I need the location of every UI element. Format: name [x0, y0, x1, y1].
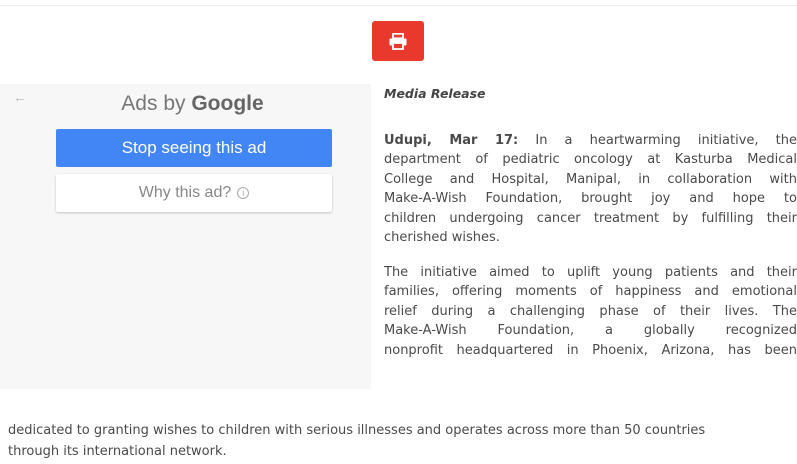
paragraph-line: dedicated to granting wishes to children… — [8, 423, 706, 438]
article-paragraph-2-continued: dedicated to granting wishes to children… — [8, 420, 797, 462]
article-paragraph-1: Udupi, Mar 17: In a heartwarming initiat… — [384, 131, 797, 247]
why-this-ad-label: Why this ad? — [138, 184, 232, 201]
why-this-ad-button[interactable]: Why this ad? i — [56, 174, 332, 212]
paragraph-line: department of pediatric oncology at Kast… — [384, 152, 797, 168]
print-button[interactable] — [372, 21, 424, 61]
paragraph-line: cherished wishes. — [384, 230, 500, 246]
paragraph-line: relief during a challenging phase of the… — [384, 303, 797, 319]
line-text: In a heartwarming initiative, the — [518, 133, 797, 148]
ads-by-google-title: Ads by Google — [0, 92, 385, 116]
article-paragraph-2: The initiative aimed to uplift young pat… — [384, 263, 797, 360]
article-body: Media Release Udupi, Mar 17: In a heartw… — [384, 84, 797, 358]
dateline: Udupi, Mar 17: — [384, 133, 519, 148]
paragraph-line: College and Hospital, Manipal, in collab… — [384, 171, 797, 187]
paragraph-line: children undergoing cancer treatment by … — [384, 210, 797, 226]
ads-by-text: Ads by — [121, 92, 192, 115]
paragraph-line: Make-A-Wish Foundation, brought joy and … — [384, 191, 797, 207]
top-divider — [0, 0, 797, 6]
google-ad-panel: ← Ads by Google Stop seeing this ad Why … — [0, 84, 371, 389]
google-brand: Google — [191, 92, 264, 115]
stop-seeing-ad-button[interactable]: Stop seeing this ad — [56, 129, 332, 167]
printer-icon — [389, 32, 407, 50]
paragraph-line: through its international network. — [8, 444, 227, 459]
paragraph-line: The initiative aimed to uplift young pat… — [384, 265, 797, 280]
media-release-label: Media Release — [384, 86, 486, 101]
paragraph-line: Udupi, Mar 17: In a heartwarming initiat… — [384, 131, 797, 150]
info-icon: i — [237, 187, 250, 199]
paragraph-line: families, offering moments of happiness … — [384, 284, 797, 300]
paragraph-line: Make-A-Wish Foundation, a globally recog… — [384, 323, 797, 339]
paragraph-line: nonprofit headquartered in Phoenix, Ariz… — [384, 342, 797, 358]
